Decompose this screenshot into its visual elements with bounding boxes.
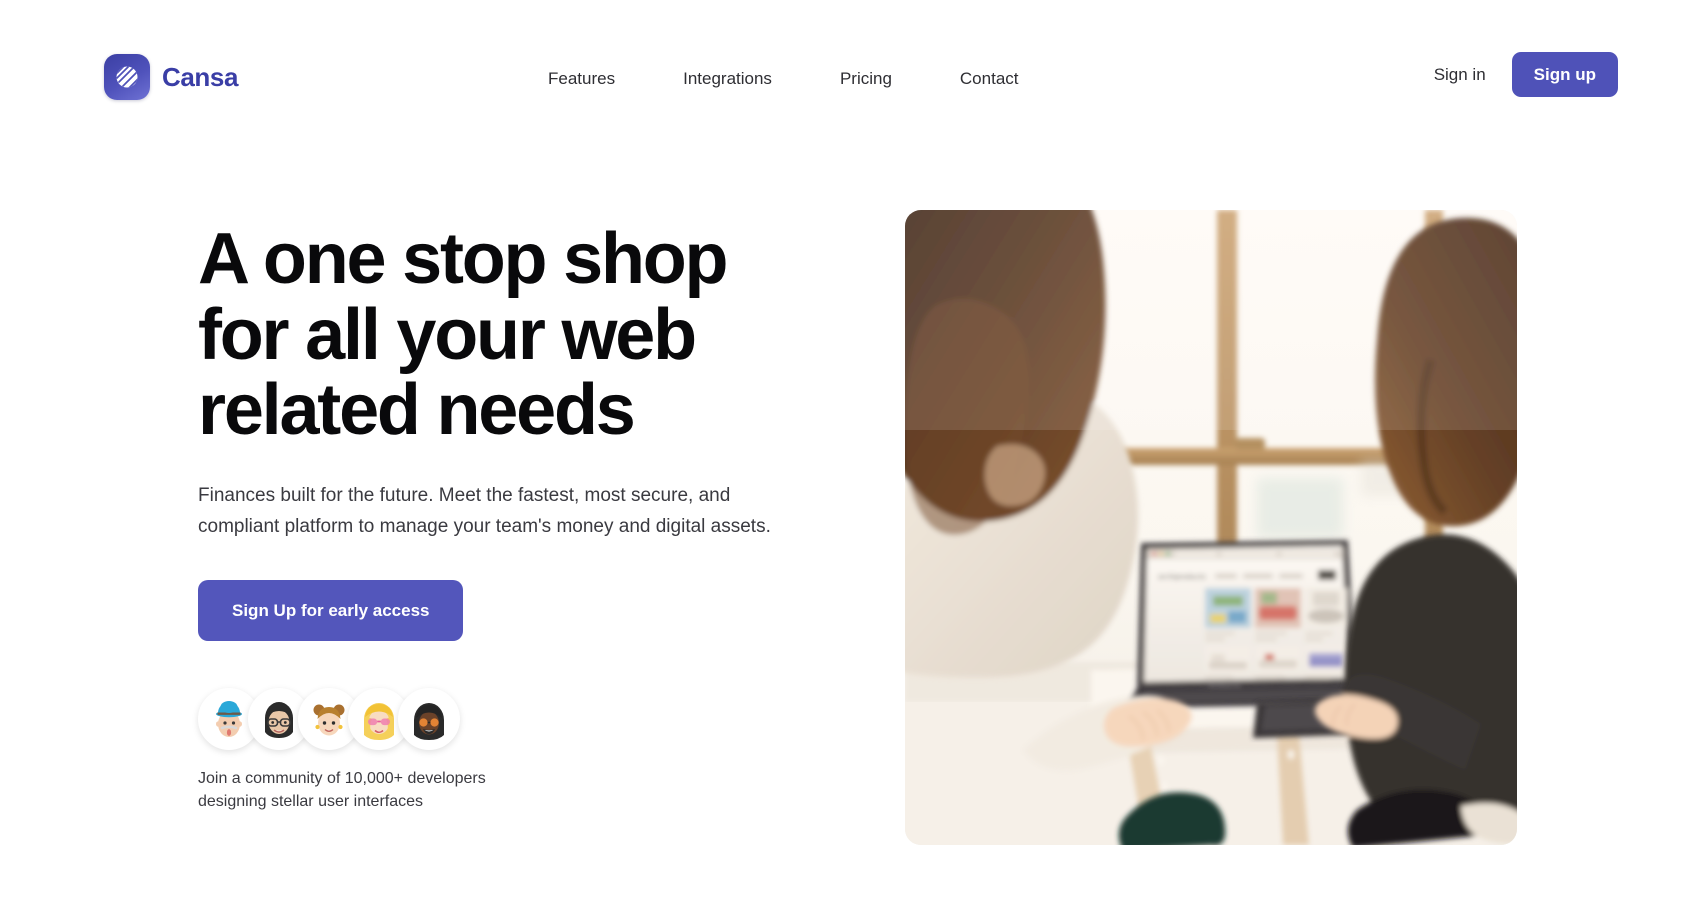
early-access-cta-button[interactable]: Sign Up for early access xyxy=(198,580,464,642)
hero-image: archiproducts MacBook Pro xyxy=(905,210,1517,845)
hero-subheadline: Finances built for the future. Meet the … xyxy=(198,484,771,537)
avatar-group xyxy=(198,688,486,750)
hero-section: A one stop shop for all your web related… xyxy=(0,0,1688,912)
landing-page: Cansa Features Integrations Pricing Cont… xyxy=(0,0,1688,912)
hero-copy: A one stop shop for all your web related… xyxy=(198,219,818,642)
avatar-person-orange-sunglasses xyxy=(398,688,460,750)
page-title: A one stop shop for all your web related… xyxy=(198,219,729,451)
community-note: Join a community of 10,000+ developers d… xyxy=(198,770,486,810)
social-proof: Join a community of 10,000+ developers d… xyxy=(198,688,486,813)
